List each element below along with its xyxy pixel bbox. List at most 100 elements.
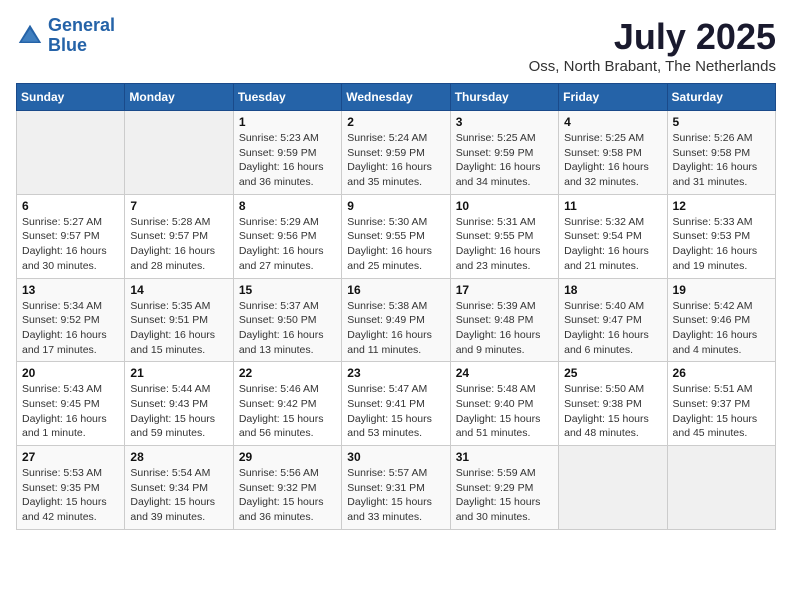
weekday-header: Wednesday: [342, 84, 450, 111]
day-number: 17: [456, 283, 553, 297]
calendar-cell: 13Sunrise: 5:34 AM Sunset: 9:52 PM Dayli…: [17, 278, 125, 362]
calendar-cell: [125, 111, 233, 195]
day-number: 27: [22, 450, 119, 464]
calendar-cell: [17, 111, 125, 195]
day-info: Sunrise: 5:25 AM Sunset: 9:58 PM Dayligh…: [564, 131, 661, 190]
day-info: Sunrise: 5:25 AM Sunset: 9:59 PM Dayligh…: [456, 131, 553, 190]
calendar-cell: 7 Sunrise: 5:28 AM Sunset: 9:57 PM Daylig…: [125, 194, 233, 278]
day-info: Sunrise: 5:31 AM Sunset: 9:55 PM Dayligh…: [456, 215, 553, 274]
weekday-header: Tuesday: [233, 84, 341, 111]
day-info: Sunrise: 5:39 AM Sunset: 9:48 PM Dayligh…: [456, 299, 553, 358]
day-info: Sunrise: 5:46 AM Sunset: 9:42 PM Dayligh…: [239, 382, 336, 441]
calendar-week-row: 20 Sunrise: 5:43 AM Sunset: 9:45 PM Dayli…: [17, 362, 776, 446]
weekday-header: Thursday: [450, 84, 558, 111]
day-number: 10: [456, 199, 553, 213]
day-number: 1: [239, 115, 336, 129]
calendar-cell: 28 Sunrise: 5:54 AM Sunset: 9:34 PM Dayli…: [125, 446, 233, 530]
day-info: Sunrise: 5:34 AM Sunset: 9:52 PM Dayligh…: [22, 299, 119, 358]
title-block: July 2025 Oss, North Brabant, The Nether…: [529, 16, 776, 75]
day-info: Sunrise: 5:40 AM Sunset: 9:47 PM Dayligh…: [564, 299, 661, 358]
calendar-week-row: 6 Sunrise: 5:27 AM Sunset: 9:57 PM Daylig…: [17, 194, 776, 278]
day-number: 23: [347, 366, 444, 380]
day-info: Sunrise: 5:51 AM Sunset: 9:37 PM Dayligh…: [673, 382, 770, 441]
page-header: General Blue July 2025 Oss, North Braban…: [16, 16, 776, 75]
day-info: Sunrise: 5:53 AM Sunset: 9:35 PM Dayligh…: [22, 466, 119, 525]
calendar-cell: 19Sunrise: 5:42 AM Sunset: 9:46 PM Dayli…: [667, 278, 775, 362]
day-number: 4: [564, 115, 661, 129]
day-info: Sunrise: 5:37 AM Sunset: 9:50 PM Dayligh…: [239, 299, 336, 358]
day-number: 8: [239, 199, 336, 213]
calendar-cell: 5Sunrise: 5:26 AM Sunset: 9:58 PM Daylig…: [667, 111, 775, 195]
day-info: Sunrise: 5:26 AM Sunset: 9:58 PM Dayligh…: [673, 131, 770, 190]
calendar-cell: 2Sunrise: 5:24 AM Sunset: 9:59 PM Daylig…: [342, 111, 450, 195]
day-number: 7: [130, 199, 227, 213]
weekday-header: Saturday: [667, 84, 775, 111]
day-number: 25: [564, 366, 661, 380]
day-number: 28: [130, 450, 227, 464]
calendar-cell: 6 Sunrise: 5:27 AM Sunset: 9:57 PM Daylig…: [17, 194, 125, 278]
day-info: Sunrise: 5:29 AM Sunset: 9:56 PM Dayligh…: [239, 215, 336, 274]
day-number: 22: [239, 366, 336, 380]
calendar-cell: 27 Sunrise: 5:53 AM Sunset: 9:35 PM Dayli…: [17, 446, 125, 530]
month-year: July 2025: [529, 16, 776, 58]
calendar-cell: 29Sunrise: 5:56 AM Sunset: 9:32 PM Dayli…: [233, 446, 341, 530]
day-number: 18: [564, 283, 661, 297]
calendar-cell: 4 Sunrise: 5:25 AM Sunset: 9:58 PM Daylig…: [559, 111, 667, 195]
day-number: 30: [347, 450, 444, 464]
day-info: Sunrise: 5:43 AM Sunset: 9:45 PM Dayligh…: [22, 382, 119, 441]
day-info: Sunrise: 5:32 AM Sunset: 9:54 PM Dayligh…: [564, 215, 661, 274]
calendar-cell: 3 Sunrise: 5:25 AM Sunset: 9:59 PM Daylig…: [450, 111, 558, 195]
day-number: 6: [22, 199, 119, 213]
day-info: Sunrise: 5:33 AM Sunset: 9:53 PM Dayligh…: [673, 215, 770, 274]
day-info: Sunrise: 5:59 AM Sunset: 9:29 PM Dayligh…: [456, 466, 553, 525]
calendar-cell: [559, 446, 667, 530]
calendar-cell: 22 Sunrise: 5:46 AM Sunset: 9:42 PM Dayli…: [233, 362, 341, 446]
weekday-header: Monday: [125, 84, 233, 111]
day-number: 12: [673, 199, 770, 213]
calendar-cell: 12 Sunrise: 5:33 AM Sunset: 9:53 PM Dayli…: [667, 194, 775, 278]
calendar-cell: 25 Sunrise: 5:50 AM Sunset: 9:38 PM Dayli…: [559, 362, 667, 446]
calendar-cell: 1Sunrise: 5:23 AM Sunset: 9:59 PM Daylig…: [233, 111, 341, 195]
calendar-cell: 17 Sunrise: 5:39 AM Sunset: 9:48 PM Dayli…: [450, 278, 558, 362]
day-number: 16: [347, 283, 444, 297]
day-info: Sunrise: 5:50 AM Sunset: 9:38 PM Dayligh…: [564, 382, 661, 441]
weekday-header-row: SundayMondayTuesdayWednesdayThursdayFrid…: [17, 84, 776, 111]
day-number: 26: [673, 366, 770, 380]
day-info: Sunrise: 5:38 AM Sunset: 9:49 PM Dayligh…: [347, 299, 444, 358]
calendar-cell: 24 Sunrise: 5:48 AM Sunset: 9:40 PM Dayli…: [450, 362, 558, 446]
calendar-cell: 31 Sunrise: 5:59 AM Sunset: 9:29 PM Dayli…: [450, 446, 558, 530]
day-info: Sunrise: 5:57 AM Sunset: 9:31 PM Dayligh…: [347, 466, 444, 525]
calendar-cell: 8 Sunrise: 5:29 AM Sunset: 9:56 PM Daylig…: [233, 194, 341, 278]
calendar-week-row: 27 Sunrise: 5:53 AM Sunset: 9:35 PM Dayli…: [17, 446, 776, 530]
day-info: Sunrise: 5:35 AM Sunset: 9:51 PM Dayligh…: [130, 299, 227, 358]
logo-line2: Blue: [48, 35, 87, 55]
logo-line1: General: [48, 15, 115, 35]
day-info: Sunrise: 5:42 AM Sunset: 9:46 PM Dayligh…: [673, 299, 770, 358]
calendar-cell: 10 Sunrise: 5:31 AM Sunset: 9:55 PM Dayli…: [450, 194, 558, 278]
day-info: Sunrise: 5:54 AM Sunset: 9:34 PM Dayligh…: [130, 466, 227, 525]
day-info: Sunrise: 5:27 AM Sunset: 9:57 PM Dayligh…: [22, 215, 119, 274]
day-info: Sunrise: 5:30 AM Sunset: 9:55 PM Dayligh…: [347, 215, 444, 274]
weekday-header: Sunday: [17, 84, 125, 111]
calendar-cell: 21Sunrise: 5:44 AM Sunset: 9:43 PM Dayli…: [125, 362, 233, 446]
calendar-cell: 9 Sunrise: 5:30 AM Sunset: 9:55 PM Daylig…: [342, 194, 450, 278]
day-number: 3: [456, 115, 553, 129]
day-number: 29: [239, 450, 336, 464]
calendar-cell: [667, 446, 775, 530]
day-number: 11: [564, 199, 661, 213]
calendar: SundayMondayTuesdayWednesdayThursdayFrid…: [16, 83, 776, 530]
day-number: 20: [22, 366, 119, 380]
day-info: Sunrise: 5:28 AM Sunset: 9:57 PM Dayligh…: [130, 215, 227, 274]
calendar-cell: 20 Sunrise: 5:43 AM Sunset: 9:45 PM Dayli…: [17, 362, 125, 446]
logo: General Blue: [16, 16, 115, 56]
day-number: 24: [456, 366, 553, 380]
day-info: Sunrise: 5:48 AM Sunset: 9:40 PM Dayligh…: [456, 382, 553, 441]
calendar-cell: 14Sunrise: 5:35 AM Sunset: 9:51 PM Dayli…: [125, 278, 233, 362]
day-number: 9: [347, 199, 444, 213]
location: Oss, North Brabant, The Netherlands: [529, 58, 776, 75]
day-info: Sunrise: 5:44 AM Sunset: 9:43 PM Dayligh…: [130, 382, 227, 441]
logo-icon: [16, 22, 44, 50]
calendar-cell: 15Sunrise: 5:37 AM Sunset: 9:50 PM Dayli…: [233, 278, 341, 362]
calendar-week-row: 1Sunrise: 5:23 AM Sunset: 9:59 PM Daylig…: [17, 111, 776, 195]
day-number: 31: [456, 450, 553, 464]
